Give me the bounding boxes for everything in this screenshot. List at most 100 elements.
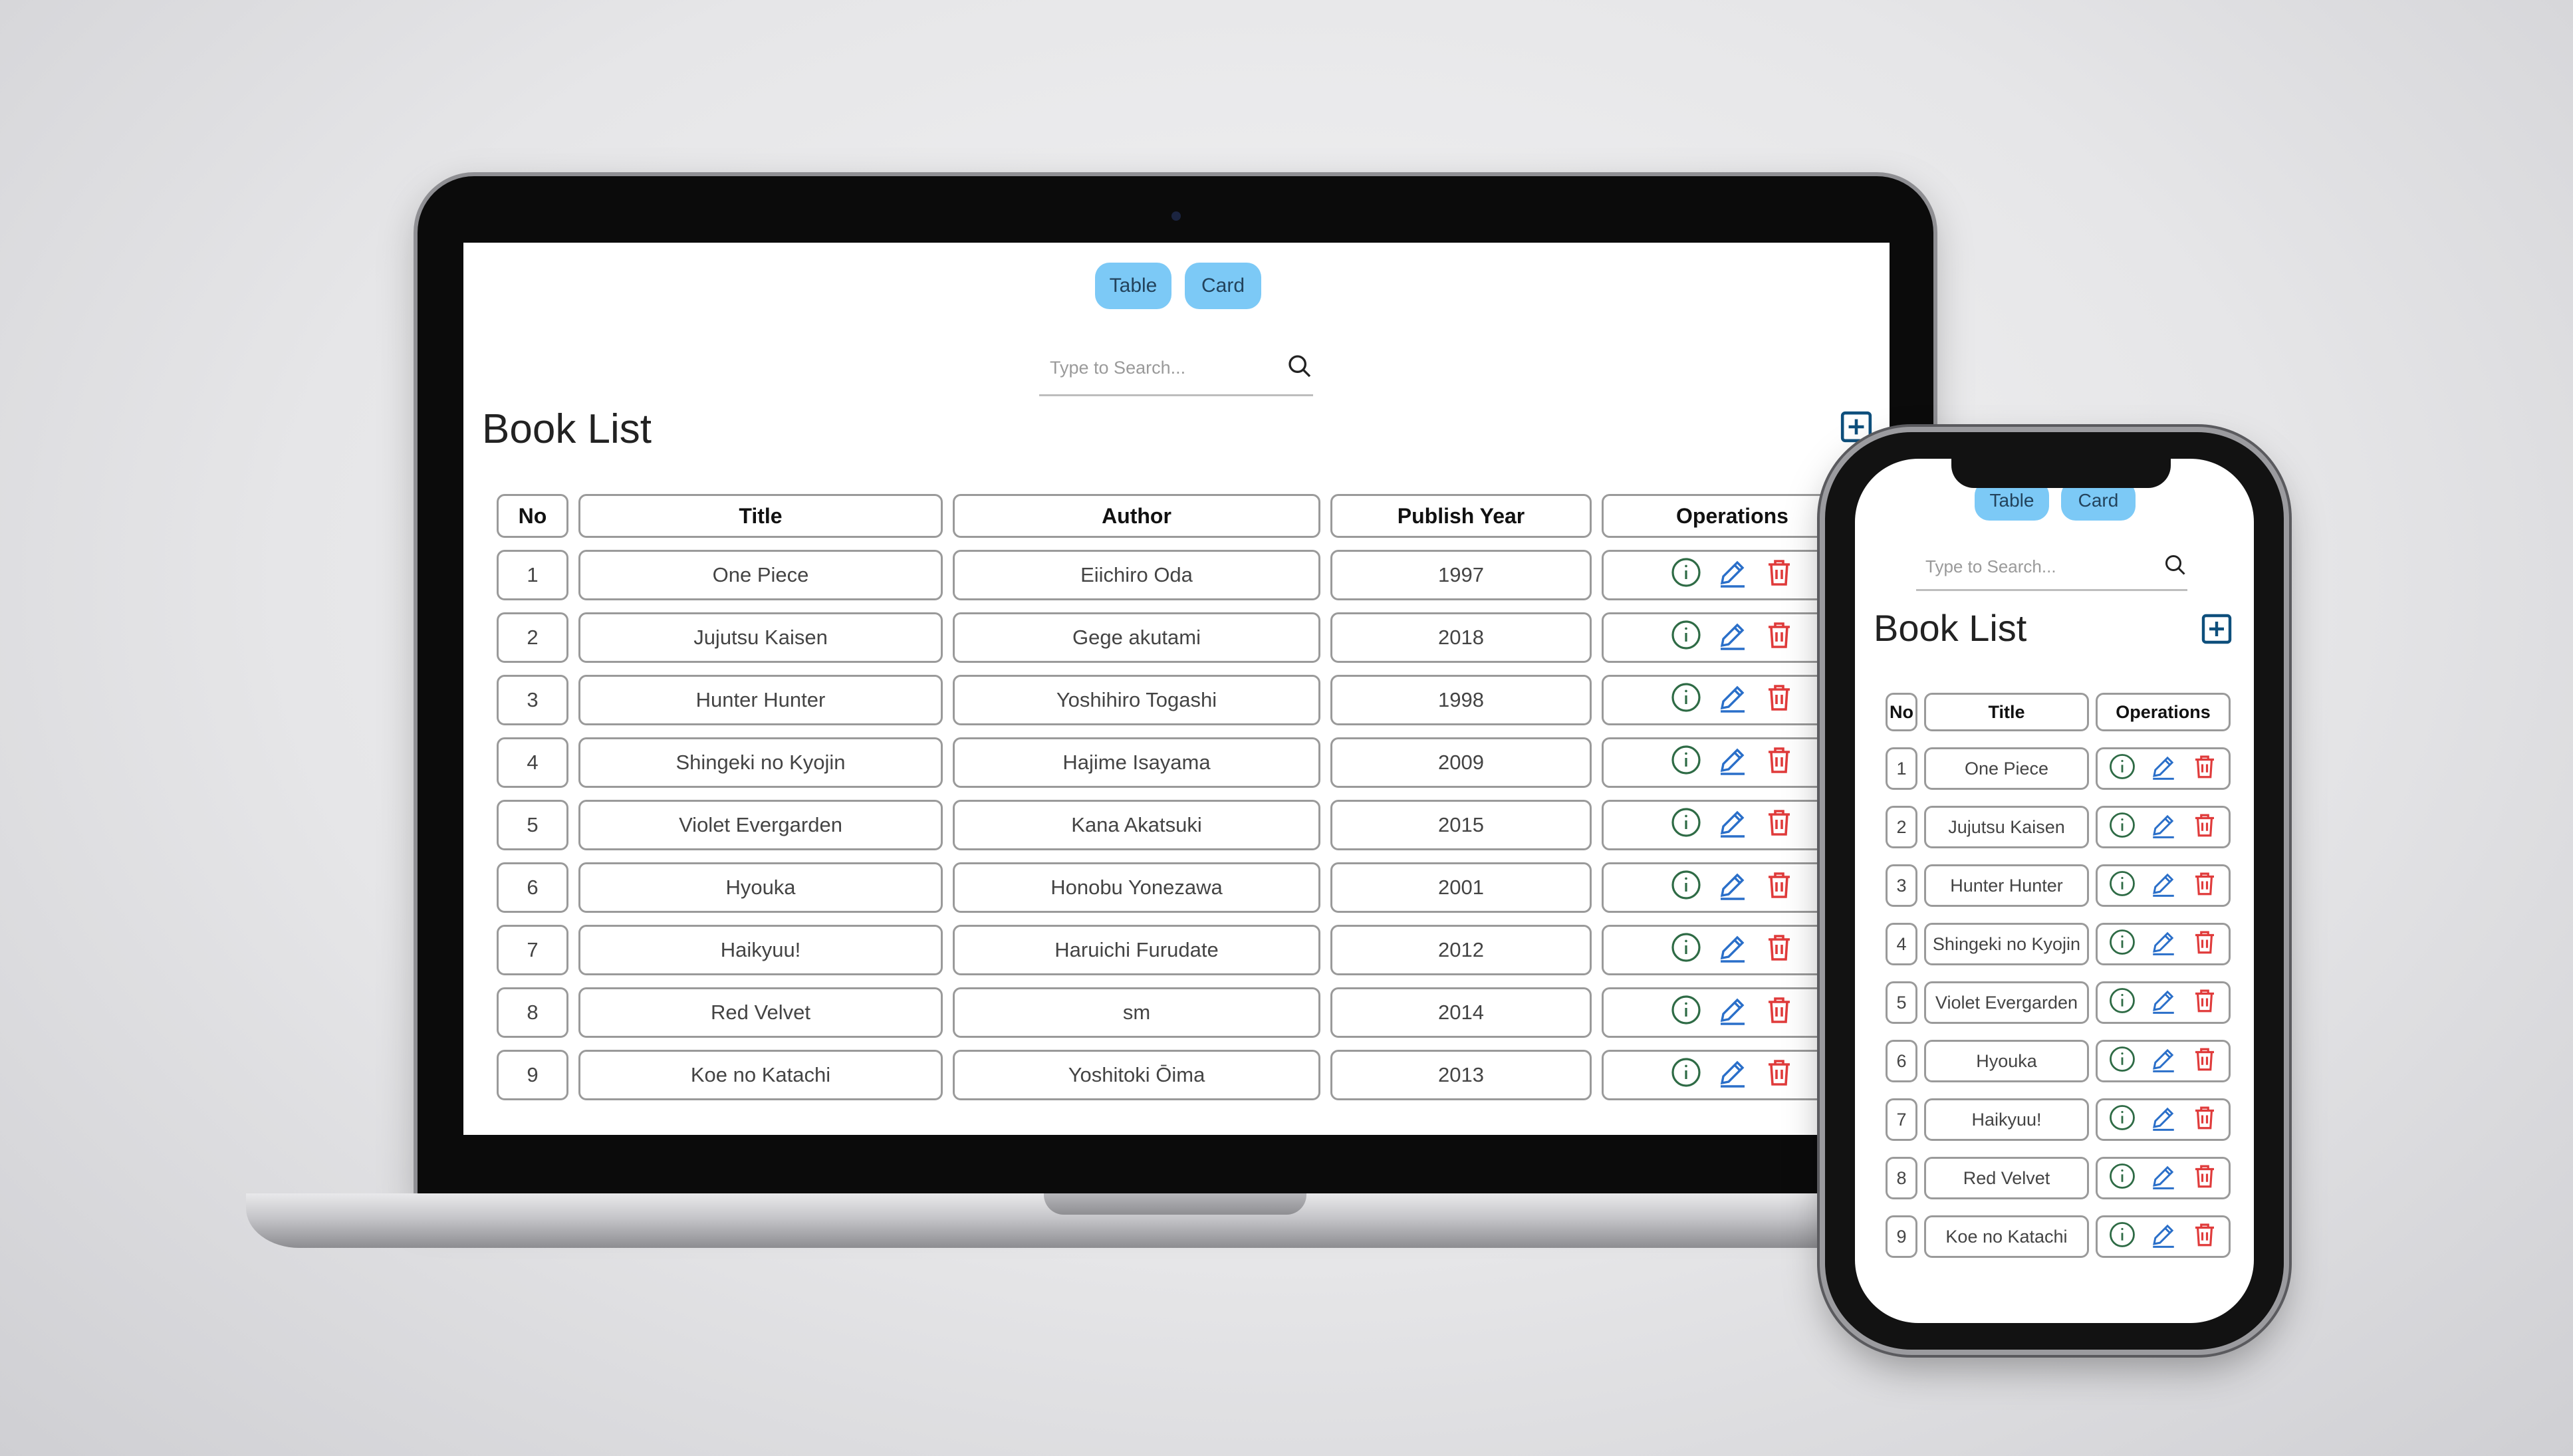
operations-group [1604,556,1860,594]
operations-cell [2096,1098,2231,1141]
column-header-no: No [1886,693,1917,731]
trash-icon[interactable] [2191,1045,2219,1078]
pencil-icon[interactable] [2149,1221,2177,1253]
operations-cell [2096,747,2231,790]
info-circle-icon[interactable] [2108,1045,2136,1078]
trash-icon[interactable] [1763,744,1795,781]
trash-icon[interactable] [1763,806,1795,844]
table-row: 5 Violet Evergarden Kana Akatsuki 2015 [497,800,1863,850]
info-circle-icon[interactable] [2108,928,2136,961]
pencil-icon[interactable] [2149,753,2177,785]
table-row: 8 Red Velvet [1886,1157,2231,1199]
trash-icon[interactable] [2191,1104,2219,1136]
operations-group [2098,987,2228,1019]
book-no: 1 [1886,747,1917,790]
pencil-icon[interactable] [1717,869,1749,906]
trash-icon[interactable] [1763,869,1795,906]
operations-cell [1602,925,1863,975]
info-circle-icon[interactable] [1670,869,1702,906]
operations-group [2098,1045,2228,1078]
info-circle-icon[interactable] [2108,1162,2136,1195]
operations-group [1604,619,1860,656]
table-row: 7 Haikyuu! [1886,1098,2231,1141]
book-title: Red Velvet [1924,1157,2089,1199]
table-body-mobile: 1 One Piece 2 Jujutsu Kaisen 3 Hunter Hunter 4… [1886,747,2231,1258]
info-circle-icon[interactable] [1670,1056,1702,1094]
info-circle-icon[interactable] [2108,1104,2136,1136]
trash-icon[interactable] [1763,619,1795,656]
book-publish-year: 1998 [1330,675,1592,725]
book-no: 7 [1886,1098,1917,1141]
book-no: 5 [497,800,568,850]
add-book-button[interactable] [1840,410,1873,443]
info-circle-icon[interactable] [1670,619,1702,656]
view-toggle: Table Card [1095,263,1261,309]
pencil-icon[interactable] [2149,1045,2177,1078]
info-circle-icon[interactable] [1670,744,1702,781]
info-circle-icon[interactable] [2108,870,2136,902]
trash-icon[interactable] [1763,994,1795,1031]
pencil-icon[interactable] [1717,744,1749,781]
page-title: Book List [482,406,652,452]
pencil-icon[interactable] [1717,556,1749,594]
add-book-button[interactable] [2201,613,2233,645]
pencil-icon[interactable] [2149,928,2177,961]
info-circle-icon[interactable] [1670,931,1702,969]
info-circle-icon[interactable] [1670,556,1702,594]
pencil-icon[interactable] [1717,619,1749,656]
info-circle-icon[interactable] [2108,753,2136,785]
trash-icon[interactable] [2191,870,2219,902]
info-circle-icon[interactable] [2108,1221,2136,1253]
trash-icon[interactable] [2191,753,2219,785]
book-no: 6 [497,862,568,913]
search-input[interactable] [1916,555,2163,578]
trash-icon[interactable] [2191,1221,2219,1253]
info-circle-icon[interactable] [1670,681,1702,719]
trash-icon[interactable] [2191,928,2219,961]
pencil-icon[interactable] [1717,931,1749,969]
book-publish-year: 2014 [1330,987,1592,1038]
trash-icon[interactable] [1763,931,1795,969]
operations-cell [2096,981,2231,1024]
operations-group [2098,1162,2228,1195]
book-title: Violet Evergarden [1924,981,2089,1024]
laptop-screen: Table Card Book List No Title Author Pub… [463,243,1890,1135]
trash-icon[interactable] [2191,811,2219,844]
card-view-button[interactable]: Card [1185,263,1261,309]
pencil-icon[interactable] [1717,806,1749,844]
search-icon[interactable] [1286,353,1313,383]
pencil-icon[interactable] [2149,987,2177,1019]
table-row: 3 Hunter Hunter Yoshihiro Togashi 1998 [497,675,1863,725]
info-circle-icon[interactable] [2108,987,2136,1019]
book-no: 8 [497,987,568,1038]
search-input[interactable] [1039,356,1286,379]
info-circle-icon[interactable] [2108,811,2136,844]
plus-square-icon [2201,614,2232,644]
trash-icon[interactable] [1763,556,1795,594]
pencil-icon[interactable] [1717,681,1749,719]
pencil-icon[interactable] [2149,1104,2177,1136]
book-title: One Piece [578,550,943,600]
book-no: 2 [497,612,568,663]
search-icon[interactable] [2163,553,2187,580]
pencil-icon[interactable] [1717,1056,1749,1094]
table-row: 2 Jujutsu Kaisen Gege akutami 2018 [497,612,1863,663]
pencil-icon[interactable] [2149,1162,2177,1195]
operations-group [1604,869,1860,906]
table-row: 1 One Piece [1886,747,2231,790]
info-circle-icon[interactable] [1670,806,1702,844]
table-view-button[interactable]: Table [1095,263,1171,309]
table-row: 4 Shingeki no Kyojin [1886,923,2231,965]
book-author: Kana Akatsuki [953,800,1320,850]
trash-icon[interactable] [2191,1162,2219,1195]
pencil-icon[interactable] [2149,870,2177,902]
operations-group [1604,681,1860,719]
trash-icon[interactable] [1763,681,1795,719]
trash-icon[interactable] [2191,987,2219,1019]
column-header-publish-year: Publish Year [1330,494,1592,538]
info-circle-icon[interactable] [1670,994,1702,1031]
book-table: No Title Author Publish Year Operations … [487,482,1873,1112]
pencil-icon[interactable] [2149,811,2177,844]
trash-icon[interactable] [1763,1056,1795,1094]
pencil-icon[interactable] [1717,994,1749,1031]
